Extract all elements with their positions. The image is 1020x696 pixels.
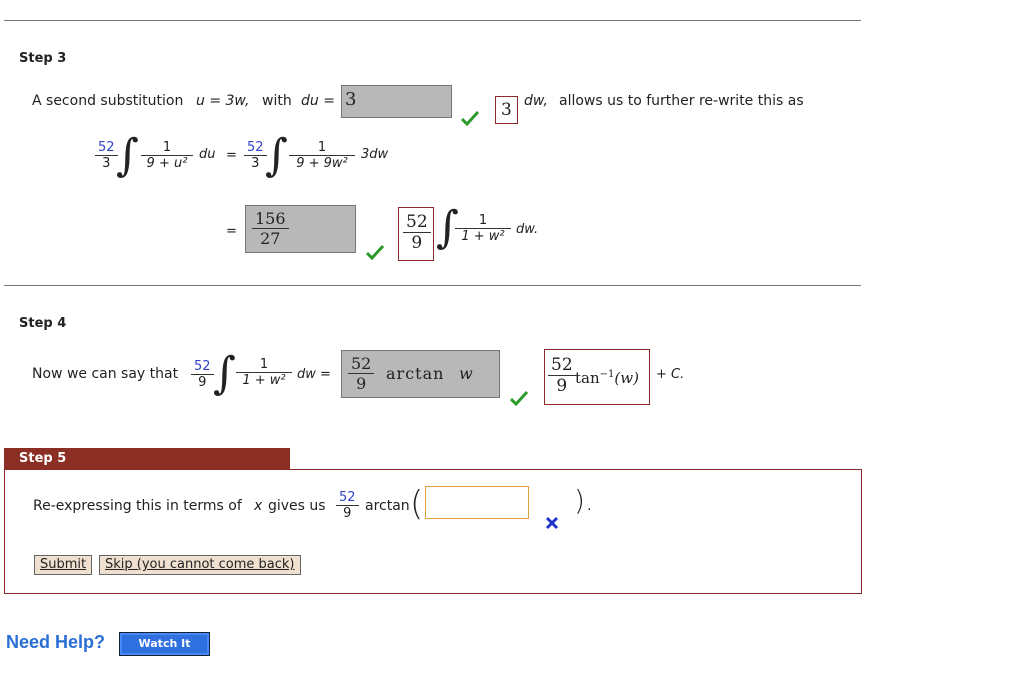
coef-answer-box: 156 27 xyxy=(245,205,356,253)
check-icon xyxy=(461,110,479,126)
du-key-value: 3 xyxy=(501,100,512,120)
check-icon xyxy=(510,390,528,406)
antiderivative-answer-box: 52 9 arctan w xyxy=(341,350,500,398)
step4-intro: Now we can say that xyxy=(32,366,179,382)
step3-coef-den: 3 xyxy=(102,156,111,171)
need-help-label: Need Help? xyxy=(6,632,106,652)
step3-coef-num: 52 xyxy=(98,140,115,155)
skip-button[interactable]: Skip (you cannot come back) xyxy=(99,555,301,575)
step4-f-num: 1 xyxy=(259,357,269,372)
step5-fn: arctan xyxy=(365,498,410,514)
antiderivative-answer-num: 52 xyxy=(351,354,372,373)
step5-close: ). xyxy=(574,484,594,517)
step3-coef2-frac: 52 3 xyxy=(244,140,267,171)
coef-key-den: 9 xyxy=(411,233,423,253)
step5-intro: Re-expressing this in terms of xyxy=(33,498,242,514)
step3-f1-den: 9 + u² xyxy=(146,156,188,171)
step3-eq2: = xyxy=(226,224,237,239)
antiderivative-key-num: 52 xyxy=(551,355,573,375)
step3-f3-num: 1 xyxy=(478,213,488,228)
step4-f-den: 1 + w² xyxy=(242,373,286,388)
step3-three-dw: 3dw xyxy=(361,147,389,162)
step4-dw-eq: dw = xyxy=(297,367,331,382)
du-answer-value: 3 xyxy=(345,89,357,110)
step3-title: Step 3 xyxy=(19,51,67,66)
divider-mid xyxy=(4,285,861,286)
step5-x: x xyxy=(254,498,263,514)
integral-sign: ∫ xyxy=(265,130,288,181)
step5-tab: Step 5 xyxy=(4,448,290,469)
step4-plus-c: + C. xyxy=(656,367,685,382)
step4-coef-den: 9 xyxy=(198,375,207,390)
du-answer-box: 3 xyxy=(341,85,452,118)
left-paren: ( xyxy=(410,484,424,524)
divider-top xyxy=(4,20,861,21)
step5-gives: gives us xyxy=(268,498,326,514)
coef-key-num: 52 xyxy=(406,212,428,232)
step3-f2-den: 9 + 9w² xyxy=(296,156,348,171)
check-icon xyxy=(366,244,384,260)
antiderivative-answer-frac: 52 9 xyxy=(348,354,375,393)
step5-coef-frac: 52 9 xyxy=(336,490,359,521)
step5-title: Step 5 xyxy=(19,451,67,466)
integral-sign: ∫ xyxy=(116,130,139,181)
step3-dw-tail: dw, xyxy=(524,93,548,109)
step4-coef-frac: 52 9 xyxy=(191,359,214,390)
step5-coef-den: 9 xyxy=(343,506,352,521)
step5-answer-input[interactable] xyxy=(425,486,529,519)
watch-it-button[interactable]: Watch It xyxy=(119,632,210,656)
step3-frac-2: 1 9 + 9w² xyxy=(289,140,355,171)
step3-du-eq: du = xyxy=(301,93,335,109)
step3-intro-b: allows us to further re-write this as xyxy=(559,93,804,109)
step3-intro-a: A second substitution xyxy=(32,93,184,109)
step3-f2-num: 1 xyxy=(317,140,327,155)
step3-frac-1: 1 9 + u² xyxy=(141,140,193,171)
antiderivative-answer-fn: arctan xyxy=(386,364,445,383)
antiderivative-key-frac: 52 9 xyxy=(548,355,576,396)
key-fn-text: tan xyxy=(575,369,600,387)
submit-button[interactable]: Submit xyxy=(34,555,93,575)
step5-coef-num: 52 xyxy=(339,490,356,505)
key-fn-sup: −1 xyxy=(599,369,615,380)
antiderivative-key-den: 9 xyxy=(556,376,568,396)
coef-key-frac: 52 9 xyxy=(403,212,431,253)
step4-coef-num: 52 xyxy=(194,359,211,374)
step3-f1-num: 1 xyxy=(162,140,172,155)
step3-with: with xyxy=(262,93,292,109)
coef-answer-num: 156 xyxy=(255,209,286,228)
step4-frac: 1 1 + w² xyxy=(236,357,292,388)
step3-frac-3: 1 1 + w² xyxy=(455,213,511,244)
antiderivative-answer-var: w xyxy=(459,364,473,383)
step3-coef2-den: 3 xyxy=(251,156,260,171)
step3-f3-den: 1 + w² xyxy=(461,229,505,244)
step3-du: du xyxy=(199,147,216,162)
coef-key-box: 52 9 xyxy=(398,207,434,261)
step3-u-eq: u = 3w, xyxy=(196,93,250,109)
coef-answer-den: 27 xyxy=(260,229,281,248)
coef-answer-frac: 156 27 xyxy=(252,209,289,248)
antiderivative-key-box: 52 9 tan−1(w) xyxy=(544,349,650,405)
antiderivative-answer-den: 9 xyxy=(356,374,367,393)
step3-eq: = xyxy=(226,148,237,163)
key-fn-arg: (w) xyxy=(614,369,639,387)
step3-dw-end: dw. xyxy=(516,222,539,237)
step4-title: Step 4 xyxy=(19,316,67,331)
du-key-box: 3 xyxy=(495,96,518,124)
antiderivative-key-fn: tan−1(w) xyxy=(575,369,639,387)
integral-sign: ∫ xyxy=(213,348,236,399)
step3-coef2-num: 52 xyxy=(247,140,264,155)
cross-icon xyxy=(545,516,559,530)
step3-coef-frac: 52 3 xyxy=(95,140,118,171)
